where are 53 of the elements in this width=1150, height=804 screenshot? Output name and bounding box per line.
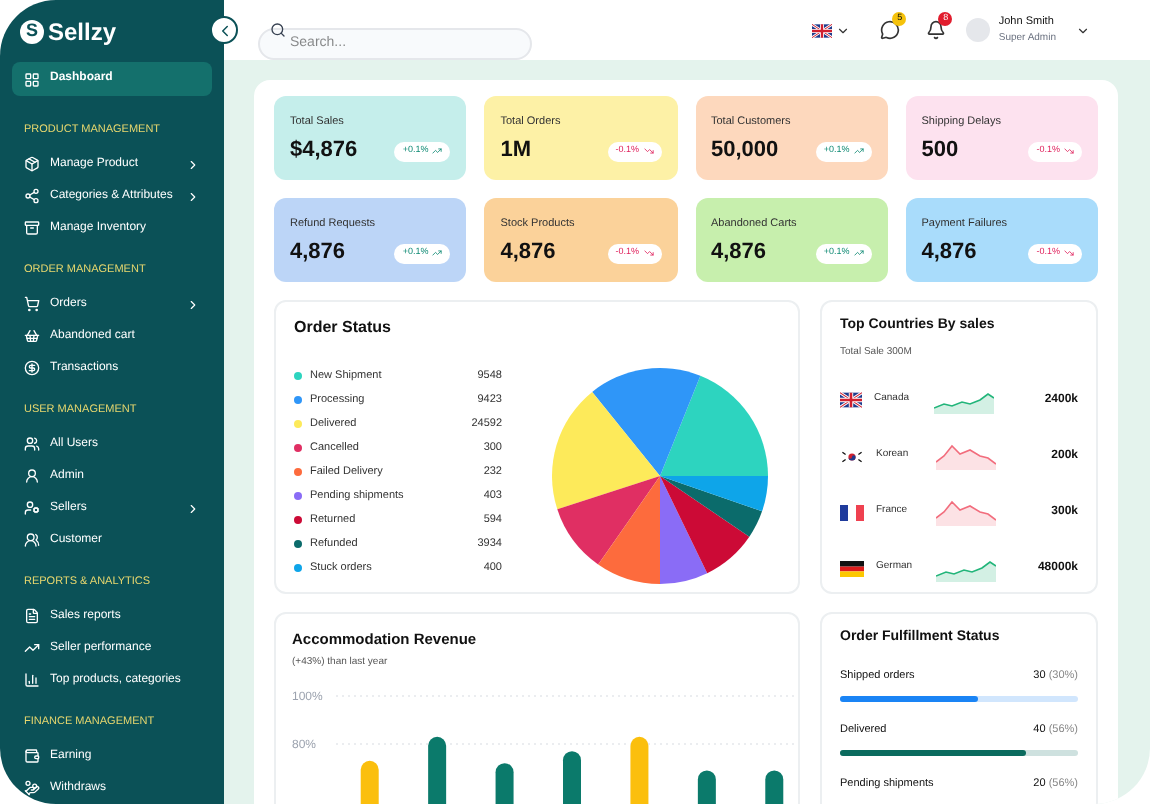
- stat-value: 50,000: [711, 136, 779, 167]
- wallet-icon: [24, 748, 40, 764]
- flag-icon: [812, 21, 833, 39]
- logo-mark: S: [20, 20, 44, 44]
- bar-chart-icon: [24, 672, 40, 688]
- search-icon: [270, 22, 286, 38]
- logo: Sellzy: [48, 16, 117, 50]
- stat-value: 4,876: [290, 238, 346, 269]
- coin-icon: [24, 360, 40, 376]
- sparkline: [936, 443, 996, 469]
- stat-value: 500: [921, 136, 959, 167]
- share-icon: [24, 188, 40, 204]
- chevron-right-icon: [186, 297, 200, 311]
- card-title: Order Status: [294, 316, 393, 340]
- user-icon: [24, 468, 40, 484]
- bar: [360, 760, 379, 804]
- archive-icon: [24, 220, 40, 236]
- flag-icon: [840, 447, 864, 465]
- stat-value: 4,876: [921, 238, 977, 269]
- bar: [765, 769, 784, 804]
- basket-icon: [24, 328, 40, 344]
- stat-value: 4,876: [711, 238, 767, 269]
- bar: [630, 736, 649, 804]
- bar: [563, 750, 581, 804]
- grid-icon: [24, 71, 40, 87]
- chevron-right-icon: [186, 189, 200, 203]
- cart-icon: [24, 296, 40, 312]
- users-icon: [24, 532, 40, 548]
- collapse-button[interactable]: [210, 16, 238, 44]
- chevron-down-icon[interactable]: [1076, 23, 1090, 37]
- chevron-right-icon: [186, 501, 200, 515]
- trend-up-icon: [24, 640, 40, 656]
- bar: [495, 762, 514, 804]
- chat-icon[interactable]: [880, 20, 901, 40]
- stat-value: $4,876: [290, 136, 358, 167]
- bar: [697, 769, 716, 804]
- sparkline: [936, 555, 996, 581]
- box-icon: [24, 156, 40, 172]
- flag-icon: [840, 503, 864, 521]
- users-icon: [24, 436, 40, 452]
- chevron-right-icon: [186, 157, 200, 171]
- bell-icon[interactable]: [926, 20, 947, 40]
- user-cog-icon: [24, 500, 40, 516]
- hand-coins-icon: [24, 780, 40, 796]
- flag-icon: [840, 392, 862, 408]
- stat-value: 1M: [500, 136, 532, 167]
- document-icon: [24, 608, 40, 624]
- stat-value: 4,876: [500, 238, 556, 269]
- chevron-down-icon[interactable]: [836, 23, 851, 37]
- bar: [428, 736, 447, 804]
- sparkline: [936, 499, 996, 525]
- sparkline: [934, 387, 994, 413]
- flag-icon: [840, 559, 864, 577]
